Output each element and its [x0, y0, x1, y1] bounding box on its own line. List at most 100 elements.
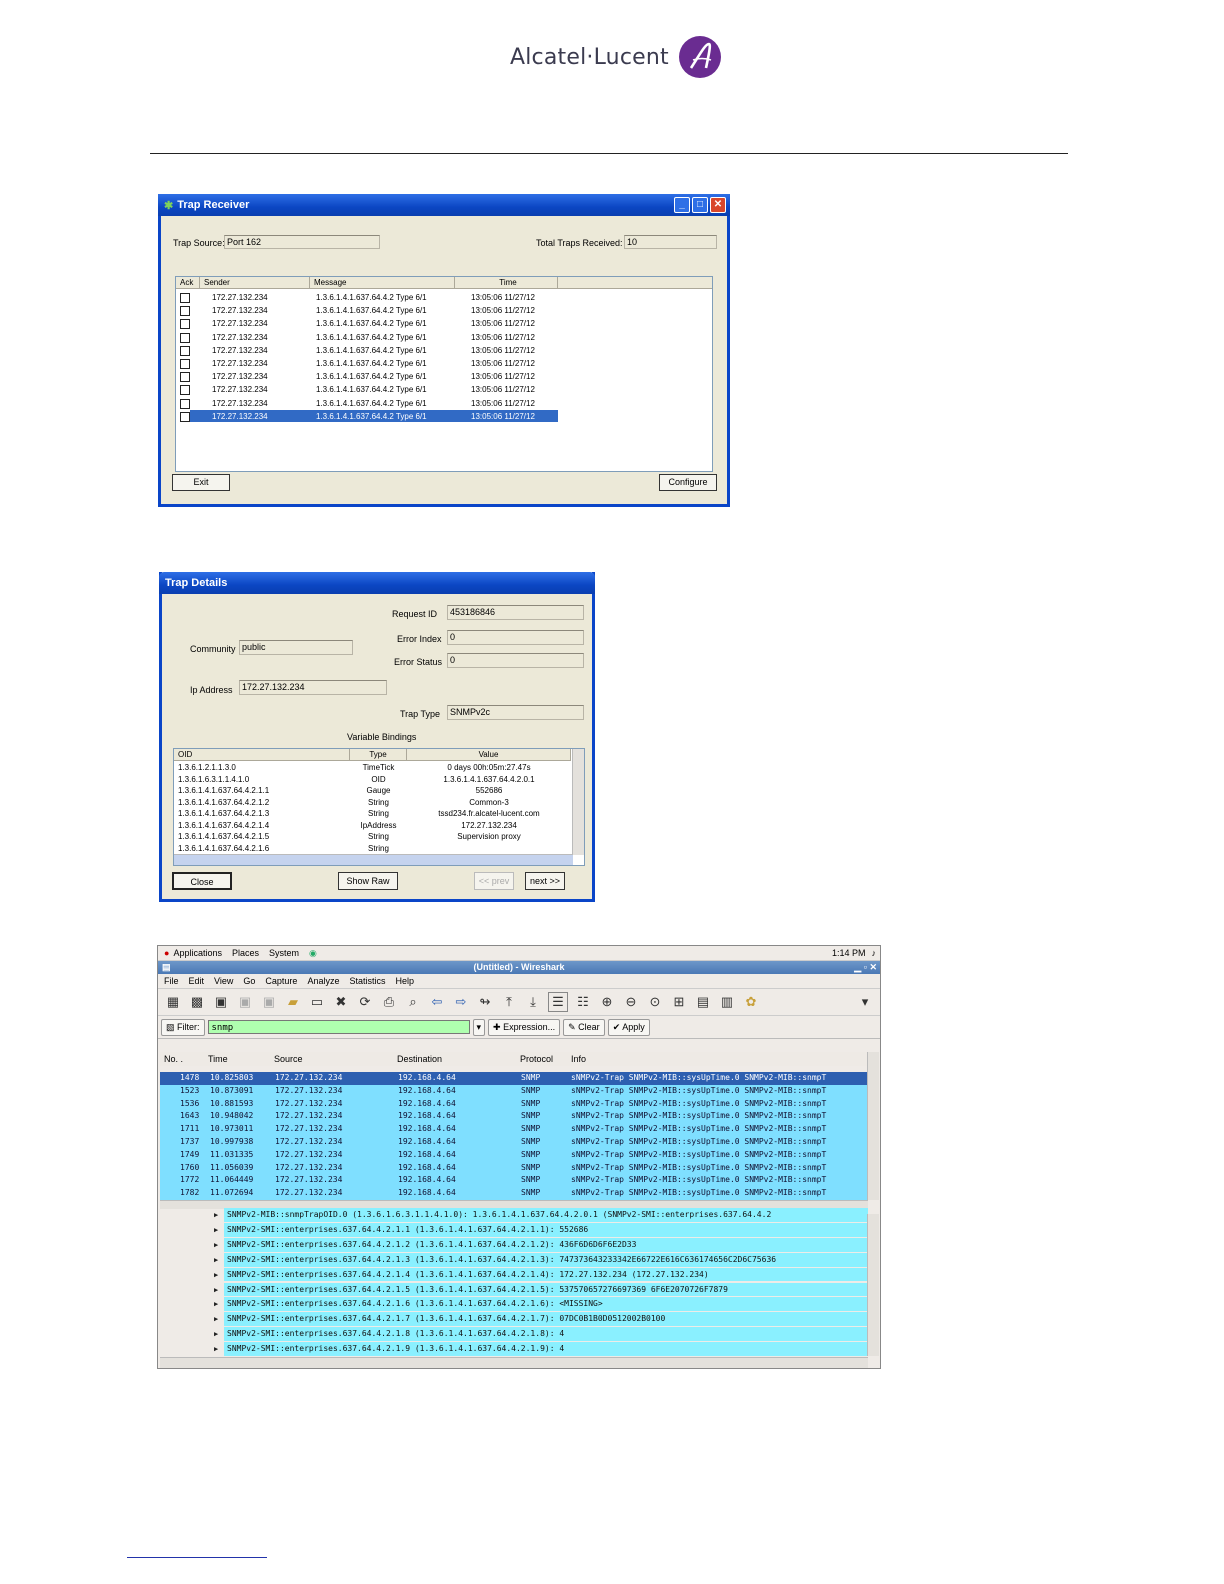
menu-system[interactable]: System [269, 948, 299, 958]
expand-arrow-icon[interactable]: ▶ [214, 1238, 218, 1253]
next-button[interactable]: next >> [525, 872, 565, 890]
trap-row[interactable]: 172.27.132.234 1.3.6.1.4.1.637.64.4.2 Typ… [176, 357, 712, 370]
binding-row[interactable]: 1.3.6.1.4.1.637.64.4.2.1.1 Gauge 552686 [174, 785, 569, 797]
clear-button[interactable]: ✎ Clear [563, 1018, 605, 1036]
menu-capture[interactable]: Capture [265, 976, 297, 986]
colorize-icon[interactable]: ☰ [548, 992, 568, 1012]
ack-checkbox[interactable] [180, 359, 190, 369]
packet-row[interactable]: 1536 10.881593 172.27.132.234 192.168.4.64 S… [160, 1097, 868, 1111]
column-ack[interactable]: Ack [176, 277, 200, 289]
filter-button[interactable]: ▧ Filter: [161, 1018, 205, 1036]
reload-icon[interactable]: ⟳ [356, 993, 374, 1011]
close-file-icon[interactable]: ✖ [332, 993, 350, 1011]
toolbar-more-icon[interactable]: ▾ [856, 993, 874, 1011]
bindings-vertical-scrollbar[interactable] [572, 749, 584, 855]
last-packet-icon[interactable]: ⤓ [524, 993, 542, 1011]
minimize-icon[interactable]: _ [674, 197, 690, 213]
packet-row[interactable]: 1760 11.056039 172.27.132.234 192.168.4.64 S… [160, 1161, 868, 1175]
trap-list[interactable]: Ack Sender Message Time 172.27.132.234 1.… [175, 276, 713, 472]
ack-checkbox[interactable] [180, 306, 190, 317]
find-icon[interactable]: ⌕ [404, 993, 422, 1011]
menu-statistics[interactable]: Statistics [349, 976, 385, 986]
packet-row[interactable]: 1711 10.973011 172.27.132.234 192.168.4.64 S… [160, 1123, 868, 1136]
column-message[interactable]: Message [310, 277, 455, 289]
expression-button[interactable]: ✚ Expression... [488, 1018, 561, 1036]
binding-row[interactable]: 1.3.6.1.4.1.637.64.4.2.1.5 String Supervis… [174, 831, 569, 843]
packet-row[interactable]: 1478 10.825803 172.27.132.234 192.168.4.64 S… [160, 1072, 868, 1085]
expand-arrow-icon[interactable]: ▶ [214, 1223, 218, 1238]
menu-places[interactable]: Places [232, 948, 259, 958]
binding-row[interactable]: 1.3.6.1.4.1.637.64.4.2.1.2 String Common-3 [174, 797, 569, 809]
trap-row[interactable]: 172.27.132.234 1.3.6.1.4.1.637.64.4.2 Typ… [176, 304, 712, 317]
packet-row[interactable]: 1523 10.873091 172.27.132.234 192.168.4.64 S… [160, 1084, 868, 1098]
menu-help[interactable]: Help [395, 976, 414, 986]
detail-row[interactable]: ▶ SNMPv2-SMI::enterprises.637.64.4.2.1.5 … [160, 1282, 868, 1298]
goto-icon[interactable]: ↬ [476, 993, 494, 1011]
bindings-horizontal-scrollbar[interactable] [174, 854, 573, 865]
ack-checkbox[interactable] [180, 411, 190, 422]
expand-arrow-icon[interactable]: ▶ [214, 1253, 218, 1268]
binding-row[interactable]: 1.3.6.1.4.1.637.64.4.2.1.4 IpAddress 172.2… [174, 820, 569, 832]
trap-row[interactable]: 172.27.132.234 1.3.6.1.4.1.637.64.4.2 Typ… [176, 331, 712, 344]
first-packet-icon[interactable]: ⤒ [500, 993, 518, 1011]
expand-arrow-icon[interactable]: ▶ [214, 1312, 218, 1327]
ack-checkbox[interactable] [180, 319, 190, 330]
trap-row[interactable]: 172.27.132.234 1.3.6.1.4.1.637.64.4.2 Typ… [176, 409, 712, 423]
coloring-rules-icon[interactable]: ✿ [742, 993, 760, 1011]
zoom-normal-icon[interactable]: ⊙ [646, 993, 664, 1011]
column-type[interactable]: Type [350, 749, 407, 761]
ack-checkbox[interactable] [180, 398, 190, 409]
interfaces-icon[interactable]: ▦ [164, 993, 182, 1011]
detail-row[interactable]: ▶ SNMPv2-SMI::enterprises.637.64.4.2.1.8 … [160, 1327, 868, 1342]
trap-row[interactable]: 172.27.132.234 1.3.6.1.4.1.637.64.4.2 Typ… [176, 397, 712, 410]
menu-applications[interactable]: Applications [173, 948, 222, 958]
restart-capture-icon[interactable]: ▣ [260, 993, 278, 1011]
minimize-icon[interactable]: ▁ [854, 962, 861, 972]
menu-go[interactable]: Go [243, 976, 255, 986]
ack-checkbox[interactable] [180, 385, 190, 396]
autoscroll-icon[interactable]: ☷ [574, 993, 592, 1011]
packet-row[interactable]: 1737 10.997938 172.27.132.234 192.168.4.64 S… [160, 1136, 868, 1149]
packet-row[interactable]: 1749 11.031335 172.27.132.234 192.168.4.64 S… [160, 1148, 868, 1162]
variable-bindings-table[interactable]: OID Type Value 1.3.6.1.2.1.1.3.0 TimeTick… [173, 748, 585, 866]
options-icon[interactable]: ▩ [188, 993, 206, 1011]
expand-arrow-icon[interactable]: ▶ [214, 1297, 218, 1312]
menu-file[interactable]: File [164, 976, 179, 986]
stop-capture-icon[interactable]: ▣ [236, 993, 254, 1011]
detail-row[interactable]: ▶ SNMPv2-SMI::enterprises.637.64.4.2.1.6 … [160, 1297, 868, 1312]
column-no[interactable]: No. . [164, 1054, 183, 1064]
configure-button[interactable]: Configure [659, 474, 717, 491]
prev-button[interactable]: << prev [474, 872, 514, 890]
filter-dropdown-icon[interactable]: ▾ [472, 1018, 486, 1036]
menu-edit[interactable]: Edit [189, 976, 205, 986]
column-value[interactable]: Value [407, 749, 571, 761]
ack-checkbox[interactable] [180, 293, 190, 303]
apply-button[interactable]: ✔ Apply [607, 1018, 650, 1036]
close-icon[interactable]: ✕ [869, 962, 877, 972]
packet-row[interactable]: 1643 10.948042 172.27.132.234 192.168.4.64 S… [160, 1110, 868, 1124]
column-sender[interactable]: Sender [200, 277, 310, 289]
packet-row[interactable]: 1782 11.072694 172.27.132.234 192.168.4.64 S… [160, 1187, 868, 1200]
detail-row[interactable]: ▶ SNMPv2-SMI::enterprises.637.64.4.2.1.4 … [160, 1267, 868, 1283]
packet-details-scrollbar[interactable] [867, 1214, 879, 1356]
column-info[interactable]: Info [571, 1054, 586, 1064]
column-protocol[interactable]: Protocol [520, 1054, 553, 1064]
browser-icon[interactable]: ◉ [309, 948, 317, 959]
trap-row[interactable]: 172.27.132.234 1.3.6.1.4.1.637.64.4.2 Typ… [176, 291, 712, 304]
capture-filters-icon[interactable]: ▤ [694, 993, 712, 1011]
print-icon[interactable]: ⎙ [380, 993, 398, 1011]
trap-row[interactable]: 172.27.132.234 1.3.6.1.4.1.637.64.4.2 Typ… [176, 370, 712, 383]
back-icon[interactable]: ⇦ [428, 993, 446, 1011]
binding-row[interactable]: 1.3.6.1.6.3.1.1.4.1.0 OID 1.3.6.1.4.1.637.… [174, 774, 569, 786]
expand-arrow-icon[interactable]: ▶ [214, 1327, 218, 1342]
close-button[interactable]: Close [172, 872, 232, 890]
zoom-out-icon[interactable]: ⊖ [622, 993, 640, 1011]
expand-arrow-icon[interactable]: ▶ [214, 1342, 218, 1357]
detail-row[interactable]: ▶ SNMPv2-MIB::snmpTrapOID.0 (1.3.6.1.6.3.… [160, 1208, 868, 1223]
column-oid[interactable]: OID [174, 749, 350, 761]
menu-view[interactable]: View [214, 976, 233, 986]
column-destination[interactable]: Destination [397, 1054, 442, 1064]
maximize-icon[interactable]: ▫ [864, 962, 867, 972]
maximize-icon[interactable]: □ [692, 197, 708, 213]
column-source[interactable]: Source [274, 1054, 303, 1064]
